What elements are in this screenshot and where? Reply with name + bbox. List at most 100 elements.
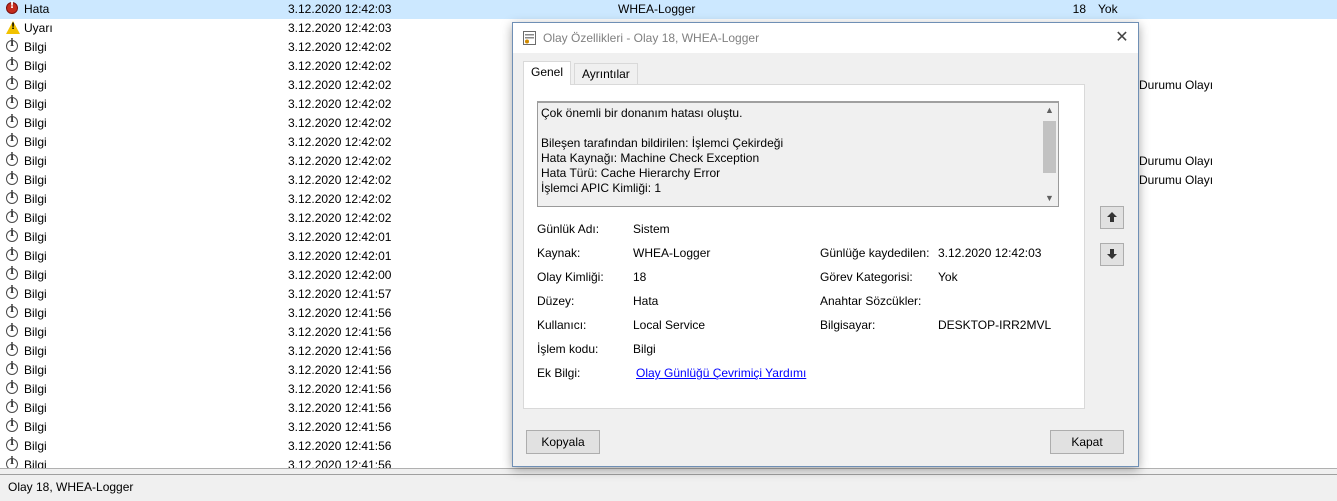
event-level: Bilgi [24,230,47,244]
scroll-down-icon[interactable]: ▼ [1041,191,1058,206]
event-date: 3.12.2020 12:42:02 [288,135,392,149]
scroll-up-icon[interactable]: ▲ [1041,103,1058,118]
event-viewer-icon [523,31,536,45]
info-icon [6,418,20,434]
info-icon [6,323,20,339]
event-task-fragment: Durumu Olayı [1139,173,1214,187]
event-source: WHEA-Logger [618,2,696,16]
status-bar: Olay 18, WHEA-Logger [0,474,1337,501]
event-level: Bilgi [24,363,47,377]
info-icon [6,456,20,468]
event-date: 3.12.2020 12:42:02 [288,116,392,130]
event-level: Bilgi [24,249,47,263]
previous-event-button[interactable] [1100,206,1124,229]
event-task-fragment: Durumu Olayı [1139,154,1214,168]
event-id-value: 18 [633,270,647,284]
logged-label: Günlüğe kaydedilen: [820,246,930,260]
tab-ayrintilar[interactable]: Ayrıntılar [574,63,638,85]
keywords-label: Anahtar Sözcükler: [820,294,922,308]
event-date: 3.12.2020 12:42:02 [288,211,392,225]
info-icon [6,114,20,130]
next-event-button[interactable] [1100,243,1124,266]
opcode-label: İşlem kodu: [537,342,599,356]
event-date: 3.12.2020 12:42:02 [288,59,392,73]
event-id-label: Olay Kimliği: [537,270,604,284]
info-icon [6,266,20,282]
event-date: 3.12.2020 12:42:00 [288,268,392,282]
info-icon [6,38,20,54]
dialog-titlebar[interactable]: Olay Özellikleri - Olay 18, WHEA-Logger … [513,23,1138,53]
task-category-label: Görev Kategorisi: [820,270,913,284]
event-row[interactable]: Hata 3.12.2020 12:42:03 WHEA-Logger 18 Yok [0,0,1337,19]
info-icon [6,209,20,225]
event-date: 3.12.2020 12:42:02 [288,97,392,111]
event-category: Yok [1098,2,1118,16]
event-level: Bilgi [24,135,47,149]
event-date: 3.12.2020 12:42:03 [288,21,392,35]
event-date: 3.12.2020 12:41:56 [288,439,392,453]
event-level: Bilgi [24,97,47,111]
scroll-thumb[interactable] [1043,121,1056,173]
event-level: Bilgi [24,116,47,130]
source-value: WHEA-Logger [633,246,711,260]
event-level: Bilgi [24,173,47,187]
event-date: 3.12.2020 12:42:02 [288,192,392,206]
event-date: 3.12.2020 12:41:56 [288,363,392,377]
tab-genel[interactable]: Genel [523,61,572,85]
info-icon [6,228,20,244]
info-icon [6,171,20,187]
event-level: Uyarı [24,21,53,35]
info-icon [6,361,20,377]
description-scrollbar[interactable]: ▲ ▼ [1041,103,1058,206]
event-level: Bilgi [24,40,47,54]
warning-icon [6,21,20,35]
status-text: Olay 18, WHEA-Logger [8,480,134,494]
event-date: 3.12.2020 12:41:56 [288,458,392,468]
info-icon [6,437,20,453]
level-value: Hata [633,294,659,308]
info-icon [6,57,20,73]
error-icon [6,0,20,16]
event-date: 3.12.2020 12:41:57 [288,287,392,301]
event-level: Bilgi [24,382,47,396]
close-icon[interactable]: ✕ [1106,23,1138,53]
copy-button[interactable]: Kopyala [526,430,600,454]
info-icon [6,304,20,320]
event-task-fragment: Durumu Olayı [1139,78,1214,92]
computer-label: Bilgisayar: [820,318,876,332]
info-icon [6,247,20,263]
level-label: Düzey: [537,294,575,308]
info-icon [6,285,20,301]
info-icon [6,342,20,358]
general-tab-panel: Çok önemli bir donanım hatası oluştu. Bi… [523,84,1085,409]
event-description-box[interactable]: Çok önemli bir donanım hatası oluştu. Bi… [537,101,1059,207]
logged-value: 3.12.2020 12:42:03 [938,246,1042,260]
event-level: Bilgi [24,344,47,358]
close-button[interactable]: Kapat [1050,430,1124,454]
arrow-down-icon [1107,249,1117,259]
event-date: 3.12.2020 12:41:56 [288,344,392,358]
event-date: 3.12.2020 12:42:02 [288,154,392,168]
event-properties-dialog: Olay Özellikleri - Olay 18, WHEA-Logger … [512,22,1139,467]
event-date: 3.12.2020 12:41:56 [288,382,392,396]
event-level: Bilgi [24,420,47,434]
info-icon [6,399,20,415]
event-level: Bilgi [24,287,47,301]
event-date: 3.12.2020 12:42:01 [288,230,392,244]
event-level: Bilgi [24,211,47,225]
info-icon [6,133,20,149]
log-name-label: Günlük Adı: [537,222,600,236]
online-help-link[interactable]: Olay Günlüğü Çevrimiçi Yardımı [636,366,806,380]
event-date: 3.12.2020 12:41:56 [288,306,392,320]
event-id: 18 [1072,2,1086,16]
user-value: Local Service [633,318,706,332]
event-level: Bilgi [24,154,47,168]
event-date: 3.12.2020 12:41:56 [288,401,392,415]
event-level: Bilgi [24,78,47,92]
info-icon [6,95,20,111]
arrow-up-icon [1107,212,1117,222]
event-level: Bilgi [24,439,47,453]
event-date: 3.12.2020 12:42:03 [288,2,392,16]
event-level: Hata [24,2,50,16]
event-date: 3.12.2020 12:42:02 [288,40,392,54]
